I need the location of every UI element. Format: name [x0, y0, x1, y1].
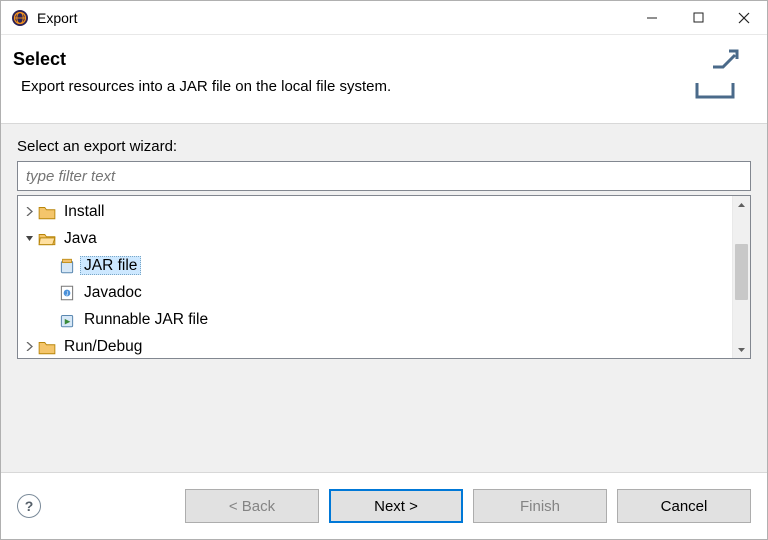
export-tree: Install Java — [17, 195, 751, 359]
scrollbar[interactable] — [732, 196, 750, 358]
wizard-footer: ? < Back Next > Finish Cancel — [1, 473, 767, 539]
chevron-right-icon[interactable] — [22, 207, 36, 216]
jar-icon — [58, 257, 76, 275]
tree-item-label: Runnable JAR file — [80, 310, 212, 330]
scroll-down-button[interactable] — [733, 340, 750, 358]
tree-label: Select an export wizard: — [17, 138, 751, 155]
window-title: Export — [37, 10, 77, 26]
page-title: Select — [13, 49, 687, 70]
tree-item-label: Java — [60, 229, 101, 249]
page-description: Export resources into a JAR file on the … — [21, 78, 687, 95]
folder-icon — [38, 338, 56, 356]
javadoc-icon: J — [58, 284, 76, 302]
chevron-right-icon[interactable] — [22, 342, 36, 351]
help-button[interactable]: ? — [17, 494, 41, 518]
tree-item-runnable-jar[interactable]: Runnable JAR file — [42, 306, 732, 333]
back-button[interactable]: < Back — [185, 489, 319, 523]
finish-button[interactable]: Finish — [473, 489, 607, 523]
tree-item-run-debug[interactable]: Run/Debug — [22, 333, 732, 355]
eclipse-icon — [11, 9, 29, 27]
wizard-body: Select an export wizard: Install — [1, 123, 767, 473]
tree-item-jar-file[interactable]: JAR file — [42, 252, 732, 279]
scroll-up-button[interactable] — [733, 196, 750, 214]
folder-open-icon — [38, 230, 56, 248]
tree-item-label: Javadoc — [80, 283, 146, 303]
close-button[interactable] — [721, 1, 767, 35]
svg-text:J: J — [66, 291, 69, 297]
wizard-header: Select Export resources into a JAR file … — [1, 35, 767, 123]
scroll-thumb[interactable] — [735, 244, 748, 300]
runnable-jar-icon — [58, 311, 76, 329]
tree-viewport[interactable]: Install Java — [18, 196, 732, 358]
export-dialog: Export Select Export resources into a JA… — [0, 0, 768, 540]
tree-item-java[interactable]: Java — [22, 225, 732, 252]
tree-item-javadoc[interactable]: J Javadoc — [42, 279, 732, 306]
tree-item-label: Run/Debug — [60, 337, 146, 355]
folder-icon — [38, 203, 56, 221]
maximize-button[interactable] — [675, 1, 721, 35]
scroll-track[interactable] — [733, 214, 750, 340]
tree-item-install[interactable]: Install — [22, 198, 732, 225]
filter-input[interactable] — [17, 161, 751, 191]
minimize-button[interactable] — [629, 1, 675, 35]
cancel-button[interactable]: Cancel — [617, 489, 751, 523]
export-icon — [687, 49, 743, 105]
titlebar: Export — [1, 1, 767, 35]
tree-item-label: JAR file — [80, 256, 141, 276]
tree-item-label: Install — [60, 202, 109, 222]
chevron-down-icon[interactable] — [22, 234, 36, 243]
next-button[interactable]: Next > — [329, 489, 463, 523]
